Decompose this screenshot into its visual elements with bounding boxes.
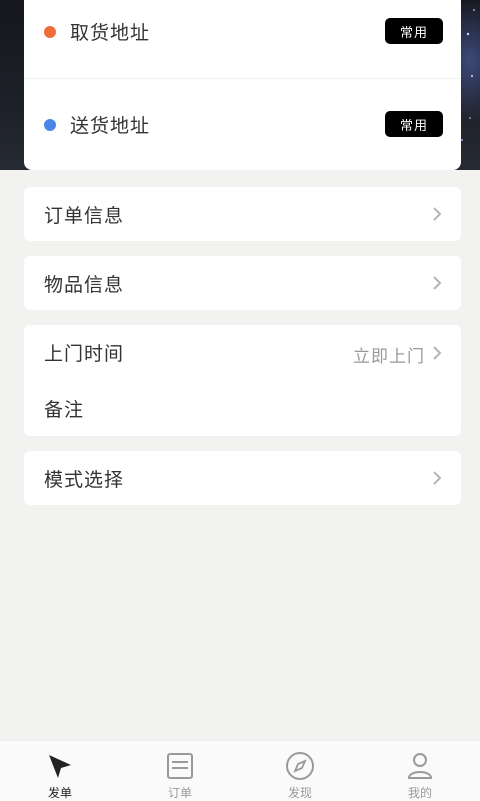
visit-time-value: 立即上门 <box>353 347 425 367</box>
address-card: 取货地址 常用 送货地址 常用 <box>24 0 461 170</box>
visit-time-row[interactable]: 上门时间 立即上门 <box>24 325 461 380</box>
pickup-dot-icon <box>44 26 56 38</box>
tab-profile[interactable]: 我的 <box>360 741 480 801</box>
delivery-favorite-button[interactable]: 常用 <box>385 111 443 137</box>
pickup-address-row[interactable]: 取货地址 常用 <box>24 0 461 70</box>
chevron-right-icon <box>433 207 442 221</box>
mode-select-row[interactable]: 模式选择 <box>24 451 461 505</box>
tab-send[interactable]: 发单 <box>0 741 120 801</box>
chevron-right-icon <box>433 346 442 360</box>
tab-discover-label: 发现 <box>287 786 312 800</box>
compass-icon <box>286 752 314 780</box>
delivery-address-label: 送货地址 <box>70 115 151 137</box>
send-icon <box>49 755 71 778</box>
tab-send-label: 发单 <box>47 786 72 800</box>
chevron-right-icon <box>433 276 442 290</box>
tab-orders[interactable]: 订单 <box>120 741 240 801</box>
remark-label: 备注 <box>44 399 85 421</box>
chevron-right-icon <box>433 471 442 485</box>
tab-discover[interactable]: 发现 <box>240 741 360 801</box>
pickup-favorite-button[interactable]: 常用 <box>385 18 443 44</box>
list-icon <box>167 753 193 779</box>
tab-profile-label: 我的 <box>407 786 432 800</box>
bottom-tab-bar: 发单 订单 发现 我的 <box>0 740 480 801</box>
pickup-address-label: 取货地址 <box>70 22 151 44</box>
delivery-dot-icon <box>44 119 56 131</box>
order-info-label: 订单信息 <box>44 205 125 227</box>
visit-time-label: 上门时间 <box>44 343 125 365</box>
user-icon <box>407 753 433 779</box>
address-divider <box>24 78 461 79</box>
mode-select-label: 模式选择 <box>44 469 125 491</box>
tab-orders-label: 订单 <box>167 786 192 800</box>
time-remark-card: 上门时间 立即上门 备注 <box>24 325 461 436</box>
remark-row[interactable]: 备注 <box>24 381 461 436</box>
delivery-address-row[interactable]: 送货地址 常用 <box>24 93 461 163</box>
item-info-label: 物品信息 <box>44 274 125 296</box>
item-info-row[interactable]: 物品信息 <box>24 256 461 310</box>
order-info-row[interactable]: 订单信息 <box>24 187 461 241</box>
